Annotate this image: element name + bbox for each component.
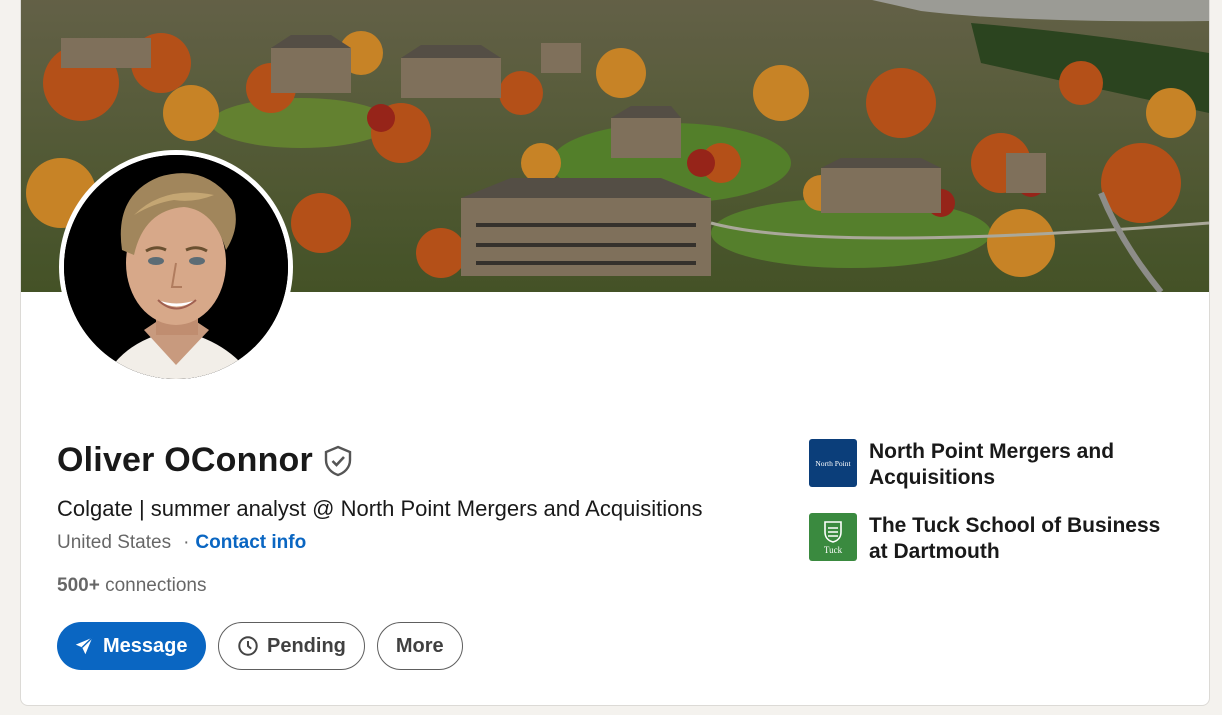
connections-count[interactable]: 500+ connections — [57, 575, 206, 597]
message-button-label: Message — [103, 634, 188, 657]
connections-label: connections — [105, 575, 207, 596]
pending-button[interactable]: Pending — [218, 622, 365, 670]
location-row: United States · Contact info — [57, 532, 306, 554]
connections-number: 500+ — [57, 575, 100, 596]
profile-headline: Colgate | summer analyst @ North Point M… — [57, 496, 703, 521]
pending-button-label: Pending — [267, 634, 346, 657]
tuck-logo: Tuck — [809, 513, 857, 561]
org-name: North Point Mergers and Acquisitions — [869, 440, 1115, 489]
profile-avatar[interactable] — [59, 150, 293, 384]
north-point-logo: North Point — [809, 439, 857, 487]
profile-photo — [64, 155, 288, 379]
profile-location: United States — [57, 532, 172, 553]
tuck-shield-icon — [824, 520, 842, 543]
profile-actions: Message Pending More — [57, 622, 463, 670]
contact-info-link[interactable]: Contact info — [195, 532, 306, 554]
org-item-north-point[interactable]: North Point North Point Mergers and Acqu… — [809, 439, 1169, 491]
more-button[interactable]: More — [376, 622, 463, 670]
north-point-logo-text: North Point — [815, 458, 851, 468]
organizations-list: North Point North Point Mergers and Acqu… — [809, 439, 1169, 587]
profile-card: Oliver OConnor Colgate | summer analyst … — [20, 0, 1210, 706]
separator-dot: · — [183, 532, 190, 553]
send-icon — [75, 637, 93, 655]
message-button[interactable]: Message — [57, 622, 206, 670]
more-button-label: More — [395, 634, 444, 657]
clock-icon — [238, 636, 258, 656]
tuck-logo-text: Tuck — [823, 544, 843, 555]
verified-shield-icon[interactable] — [323, 445, 353, 477]
profile-name: Oliver OConnor — [57, 441, 313, 479]
org-name: The Tuck School of Business at Dartmouth — [869, 514, 1161, 563]
org-item-tuck[interactable]: Tuck The Tuck School of Business at Dart… — [809, 513, 1169, 565]
